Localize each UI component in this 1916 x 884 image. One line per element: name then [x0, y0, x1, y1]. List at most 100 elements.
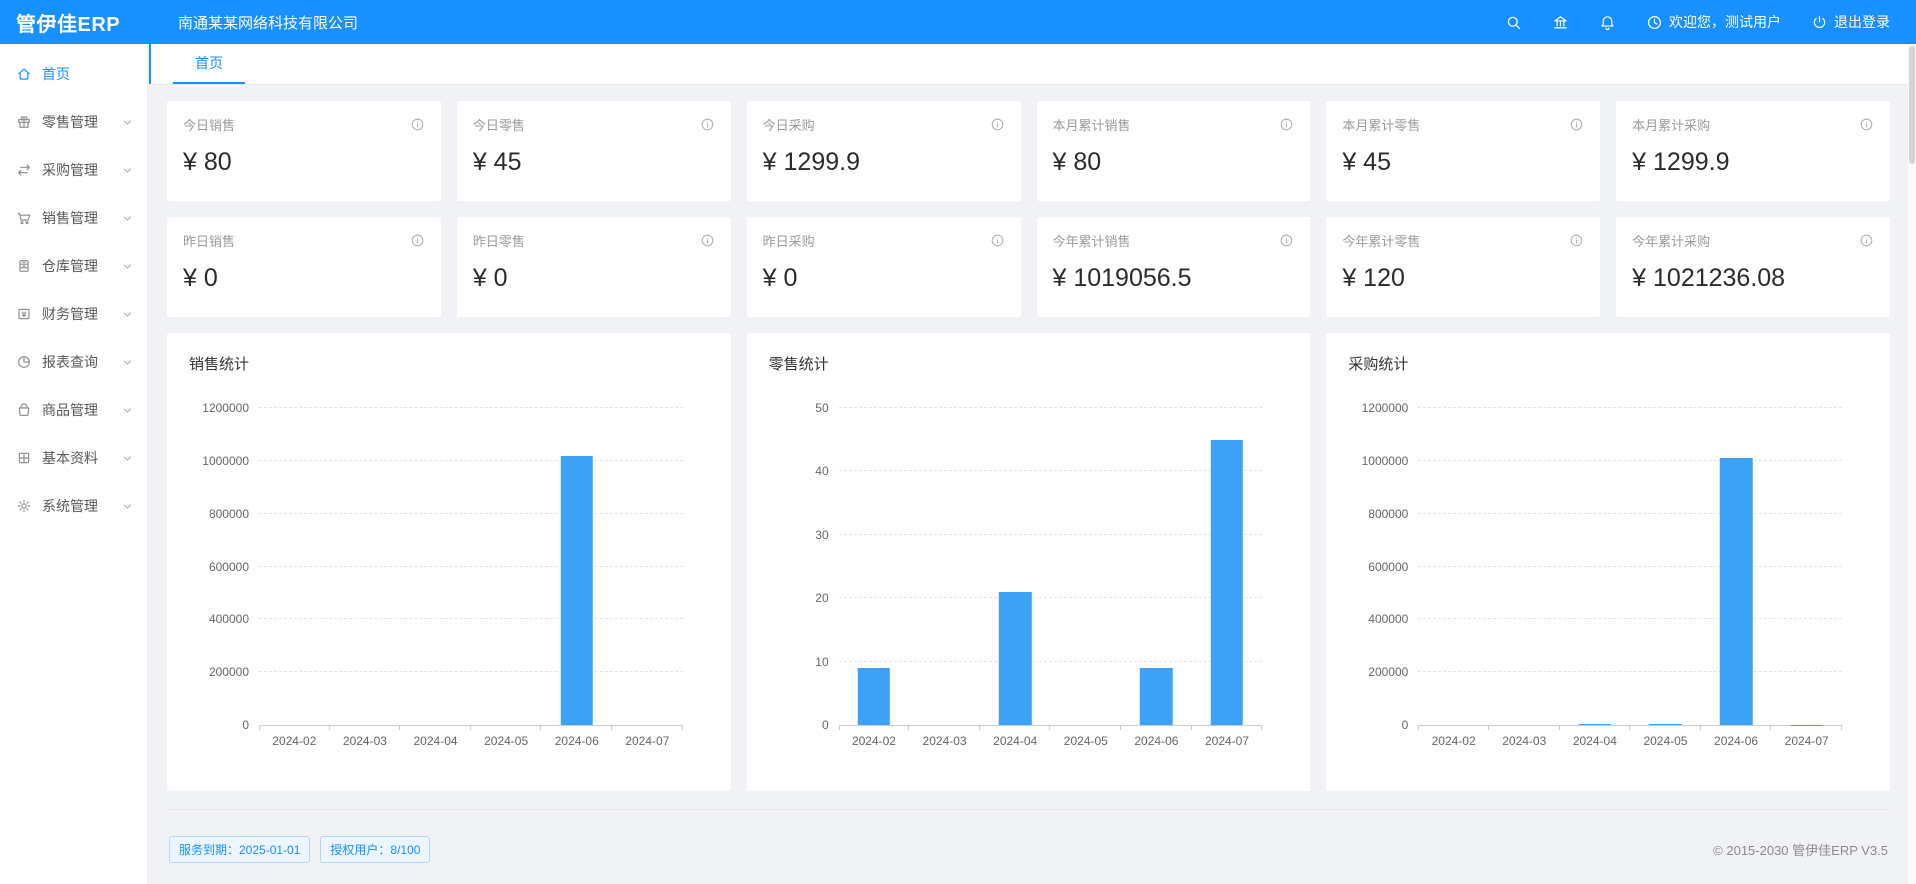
category-slot: 2024-06 [1701, 408, 1772, 725]
welcome-text: 欢迎您，测试用户 [1669, 12, 1781, 32]
sidebar-item-label: 销售管理 [42, 208, 112, 228]
tab-home[interactable]: 首页 [173, 44, 245, 84]
charts-row: 销售统计020000040000060000080000010000001200… [167, 333, 1890, 791]
y-tick-label: 20 [815, 591, 828, 605]
stat-value: ¥ 0 [763, 264, 1005, 293]
cart-icon [16, 210, 32, 226]
y-tick-label: 600000 [209, 560, 249, 574]
sidebar-item-label: 商品管理 [42, 400, 112, 420]
footer-badges: 服务到期：2025-01-01 授权用户：8/100 [169, 836, 430, 863]
sidebar-item-label: 报表查询 [42, 352, 112, 372]
stat-card: 今年累计销售¥ 1019056.5 [1037, 217, 1311, 317]
stat-label: 今日零售 [473, 115, 525, 134]
category-slot: 2024-05 [1630, 408, 1701, 725]
stat-card: 本月累计销售 ¥ 80 [1037, 101, 1311, 201]
y-tick-label: 1000000 [202, 454, 249, 468]
home-icon [16, 66, 32, 82]
sidebar-item-label: 仓库管理 [42, 256, 112, 276]
bar [1649, 724, 1681, 725]
stat-label: 本月累计销售 [1053, 115, 1131, 134]
y-tick-label: 1000000 [1362, 454, 1409, 468]
footer-badge[interactable]: 服务到期：2025-01-01 [169, 836, 310, 863]
info-icon[interactable] [1569, 117, 1584, 132]
sidebar-item-home[interactable]: 首页 [0, 50, 147, 98]
sidebar-item-retail[interactable]: 零售管理 [0, 98, 147, 146]
x-tick-label: 2024-07 [1178, 734, 1277, 748]
category-slot: 2024-06 [541, 408, 612, 725]
chevron-down-icon [122, 165, 133, 176]
category-slot: 2024-06 [1121, 408, 1192, 725]
chart-title: 销售统计 [189, 353, 709, 374]
sidebar-item-system[interactable]: 系统管理 [0, 482, 147, 530]
category-slot: 2024-05 [471, 408, 542, 725]
info-icon[interactable] [1569, 233, 1584, 248]
y-tick-label: 200000 [209, 665, 249, 679]
cabinet-icon [16, 258, 32, 274]
bank-icon[interactable] [1552, 14, 1569, 31]
info-icon[interactable] [700, 233, 715, 248]
category-slot: 2024-02 [259, 408, 330, 725]
stat-label: 今日采购 [763, 115, 815, 134]
sidebar-item-basic[interactable]: 基本资料 [0, 434, 147, 482]
wallet-icon [16, 306, 32, 322]
bar [999, 592, 1031, 725]
info-icon[interactable] [700, 117, 715, 132]
stat-value: ¥ 80 [183, 148, 425, 177]
category-slot: 2024-04 [1560, 408, 1631, 725]
logout-text: 退出登录 [1834, 12, 1890, 32]
sidebar-item-sales[interactable]: 销售管理 [0, 194, 147, 242]
y-tick-label: 600000 [1368, 560, 1408, 574]
stat-card: 今年累计采购 ¥ 1021236.08 [1616, 217, 1890, 317]
sidebar-item-reports[interactable]: 报表查询 [0, 338, 147, 386]
stat-value: ¥ 1021236.08 [1632, 264, 1874, 293]
bar [1140, 668, 1172, 725]
info-icon[interactable] [1859, 117, 1874, 132]
bell-icon[interactable] [1599, 14, 1616, 31]
grid-icon [16, 450, 32, 466]
y-tick-label: 40 [815, 464, 828, 478]
footer-badge[interactable]: 授权用户：8/100 [320, 836, 430, 863]
stat-label: 昨日采购 [763, 231, 815, 250]
stat-label: 昨日销售 [183, 231, 235, 250]
scrollbar[interactable] [1908, 44, 1916, 884]
sidebar-item-warehouse[interactable]: 仓库管理 [0, 242, 147, 290]
welcome-user[interactable]: 欢迎您，测试用户 [1646, 12, 1781, 32]
stat-value: ¥ 0 [183, 264, 425, 293]
info-icon[interactable] [990, 233, 1005, 248]
swap-icon [16, 162, 32, 178]
category-slot: 2024-04 [400, 408, 471, 725]
sidebar-item-label: 基本资料 [42, 448, 112, 468]
chevron-down-icon [122, 357, 133, 368]
company-name: 南通某某网络科技有限公司 [178, 12, 358, 33]
stat-label: 今年累计采购 [1632, 231, 1710, 250]
copyright: © 2015-2030 管伊佳ERP V3.5 [1713, 840, 1888, 859]
info-icon[interactable] [1279, 233, 1294, 248]
category-slot: 2024-04 [980, 408, 1051, 725]
logout-button[interactable]: 退出登录 [1811, 12, 1890, 32]
y-tick-label: 10 [815, 655, 828, 669]
stat-label: 昨日零售 [473, 231, 525, 250]
sidebar-item-goods[interactable]: 商品管理 [0, 386, 147, 434]
stat-value: ¥ 80 [1053, 148, 1295, 177]
info-icon[interactable] [990, 117, 1005, 132]
stat-card: 昨日采购 ¥ 0 [747, 217, 1021, 317]
category-slot: 2024-03 [1489, 408, 1560, 725]
category-slot: 2024-07 [612, 408, 683, 725]
sidebar-item-purchase[interactable]: 采购管理 [0, 146, 147, 194]
category-slot: 2024-02 [839, 408, 910, 725]
chart-card: 零售统计010203040502024-022024-032024-042024… [747, 333, 1311, 791]
sidebar-item-label: 系统管理 [42, 496, 112, 516]
scrollbar-thumb[interactable] [1909, 46, 1915, 164]
sidebar-item-finance[interactable]: 财务管理 [0, 290, 147, 338]
info-icon[interactable] [1859, 233, 1874, 248]
chevron-down-icon [122, 261, 133, 272]
footer: 服务到期：2025-01-01 授权用户：8/100 © 2015-2030 管伊… [167, 809, 1890, 875]
info-icon[interactable] [1279, 117, 1294, 132]
search-icon[interactable] [1505, 14, 1522, 31]
y-tick-label: 800000 [209, 507, 249, 521]
chevron-down-icon [122, 405, 133, 416]
info-icon[interactable] [410, 117, 425, 132]
category-slot: 2024-02 [1418, 408, 1489, 725]
chevron-down-icon [122, 501, 133, 512]
info-icon[interactable] [410, 233, 425, 248]
